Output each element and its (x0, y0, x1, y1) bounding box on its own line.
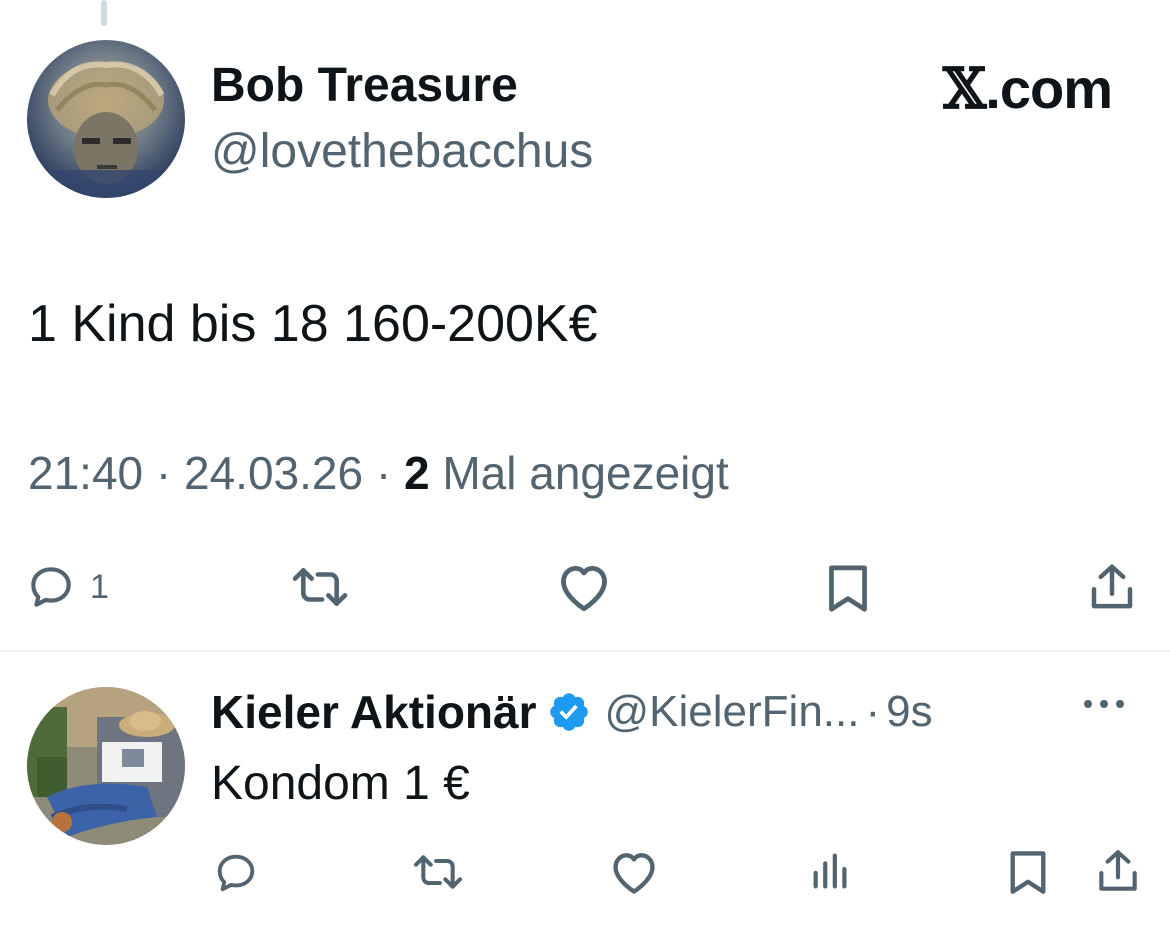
share-icon (1099, 850, 1137, 891)
verified-badge-icon (547, 690, 591, 734)
reply-views-button[interactable] (808, 848, 854, 894)
reply-avatar[interactable] (27, 687, 185, 845)
author-handle[interactable]: @lovethebacchus (211, 124, 593, 179)
reply-like-button[interactable] (608, 848, 660, 896)
bookmark-icon (829, 565, 867, 612)
reply-text: Kondom 1 € (211, 757, 470, 810)
share-button[interactable] (1086, 560, 1138, 614)
reply-author-handle[interactable]: @KielerFin... (605, 687, 860, 737)
like-button[interactable] (555, 560, 613, 614)
like-icon (561, 565, 607, 612)
retweet-icon (292, 568, 348, 606)
reply-bookmark-button[interactable] (1006, 848, 1050, 896)
avatar[interactable] (27, 40, 185, 198)
meta-separator: · (375, 447, 392, 499)
meta-separator: · (865, 687, 881, 736)
tweet-time[interactable]: 21:40 (28, 447, 143, 499)
brand-logo: 𝕏.com (942, 56, 1113, 122)
tweet-meta: 21:40 · 24.03.26 · 2 Mal angezeigt (28, 446, 729, 500)
thread-connector-line (101, 0, 107, 26)
reply-share-button[interactable] (1094, 846, 1142, 896)
retweet-button[interactable] (288, 562, 352, 612)
bookmark-icon (1010, 851, 1046, 894)
reply-count: 1 (90, 567, 109, 606)
share-icon (1091, 564, 1133, 609)
divider (0, 650, 1170, 652)
author-name[interactable]: Bob Treasure (211, 58, 518, 113)
reply-button[interactable]: 1 (26, 562, 109, 612)
like-icon (613, 853, 655, 894)
more-options-icon[interactable] (1084, 700, 1124, 708)
reply-retweet-button[interactable] (410, 850, 466, 894)
views-icon (813, 853, 847, 889)
reply-time[interactable]: 9s (886, 687, 932, 737)
reply-icon (217, 854, 255, 892)
brand-suffix: .com (985, 57, 1113, 120)
retweet-icon (413, 855, 463, 889)
tweet-text: 1 Kind bis 18 160-200K€ (28, 295, 598, 353)
reply-reply-button[interactable] (213, 850, 259, 896)
views-label: Mal angezeigt (442, 447, 729, 499)
meta-separator: · (155, 447, 172, 499)
views-count: 2 (403, 447, 430, 499)
bookmark-button[interactable] (824, 562, 872, 614)
x-logo-icon: 𝕏 (942, 56, 986, 122)
reply-icon (31, 567, 71, 607)
tweet-date[interactable]: 24.03.26 (184, 447, 363, 499)
reply-author-name[interactable]: Kieler Aktionär (211, 685, 537, 739)
reply-header: Kieler Aktionär @KielerFin... · 9s (211, 684, 933, 740)
